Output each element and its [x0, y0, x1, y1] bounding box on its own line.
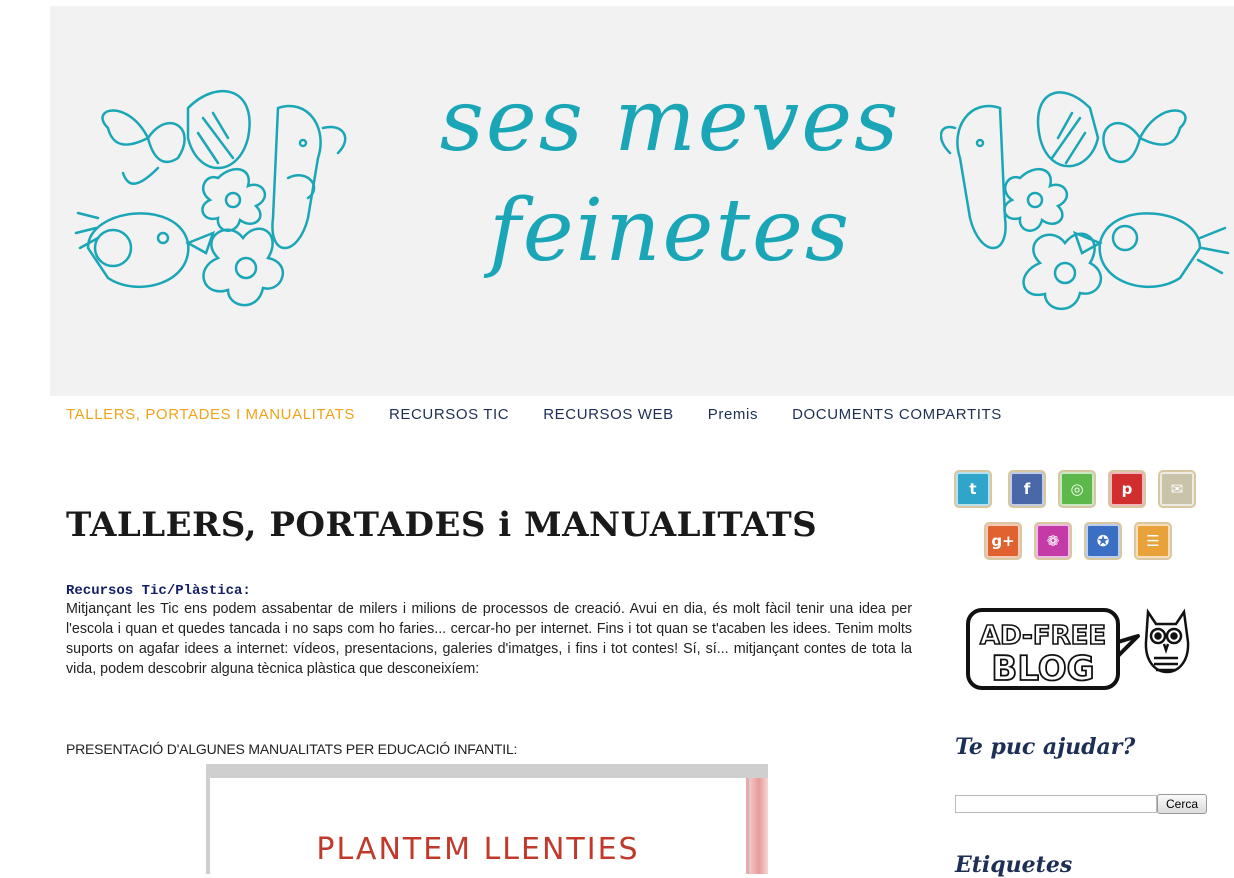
owl-icon	[1144, 608, 1190, 674]
adfree-line2: BLOG	[991, 649, 1094, 689]
mail-icon[interactable]: ✉	[1160, 472, 1194, 506]
post-paragraph: Mitjançant les Tic ens podem assabentar …	[66, 601, 912, 677]
google-plus-icon[interactable]: g+	[986, 524, 1020, 558]
slide-title: PLANTEM LLENTIES	[316, 832, 640, 867]
left-doodle-illustration	[74, 90, 347, 307]
spiral-icon[interactable]: ✪	[1086, 524, 1120, 558]
target-icon[interactable]: ◎	[1060, 472, 1094, 506]
section-heading: Recursos Tic/Plàstica:	[66, 583, 251, 599]
ad-free-blog-badge: AD-FREE BLOG	[966, 608, 1190, 690]
nav-item-recursos-tic[interactable]: RECURSOS TIC	[389, 406, 509, 423]
adfree-line1: AD-FREE	[980, 621, 1106, 651]
twitter-icon[interactable]: t	[956, 472, 990, 506]
flickr-icon[interactable]: ❁	[1036, 524, 1070, 558]
nav-item-tallers[interactable]: TALLERS, PORTADES I MANUALITATS	[66, 406, 355, 423]
slide-decoration-stripe	[750, 778, 768, 874]
labels-widget-title: Etiquetes	[955, 852, 1073, 878]
presentation-slide: PLANTEM LLENTIES	[210, 778, 749, 874]
nav-item-recursos-web[interactable]: RECURSOS WEB	[543, 406, 674, 423]
rss-icon[interactable]: ☰	[1136, 524, 1170, 558]
header-banner[interactable]: ses meves feinetes	[50, 6, 1234, 396]
right-doodle-illustration	[940, 91, 1230, 311]
blog-title-line1: ses meves	[439, 71, 901, 171]
nav-item-premis[interactable]: Premis	[708, 406, 758, 423]
pinterest-icon[interactable]: p	[1110, 472, 1144, 506]
nav-item-documents-compartits[interactable]: DOCUMENTS COMPARTITS	[792, 406, 1002, 423]
search-input[interactable]	[955, 795, 1157, 813]
search-widget-title: Te puc ajudar?	[955, 734, 1136, 760]
main-navigation: TALLERS, PORTADES I MANUALITATS RECURSOS…	[66, 402, 1002, 426]
blog-title-line2: feinetes	[488, 181, 852, 281]
post-title: TALLERS, PORTADES i MANUALITATS	[66, 505, 818, 545]
facebook-icon[interactable]: f	[1010, 472, 1044, 506]
search-button[interactable]: Cerca	[1157, 794, 1208, 814]
embedded-presentation[interactable]: PLANTEM LLENTIES	[206, 764, 768, 874]
post-subheading: PRESENTACIÓ D'ALGUNES MANUALITATS PER ED…	[66, 741, 518, 757]
blog-title-logo: ses meves feinetes	[430, 66, 910, 286]
